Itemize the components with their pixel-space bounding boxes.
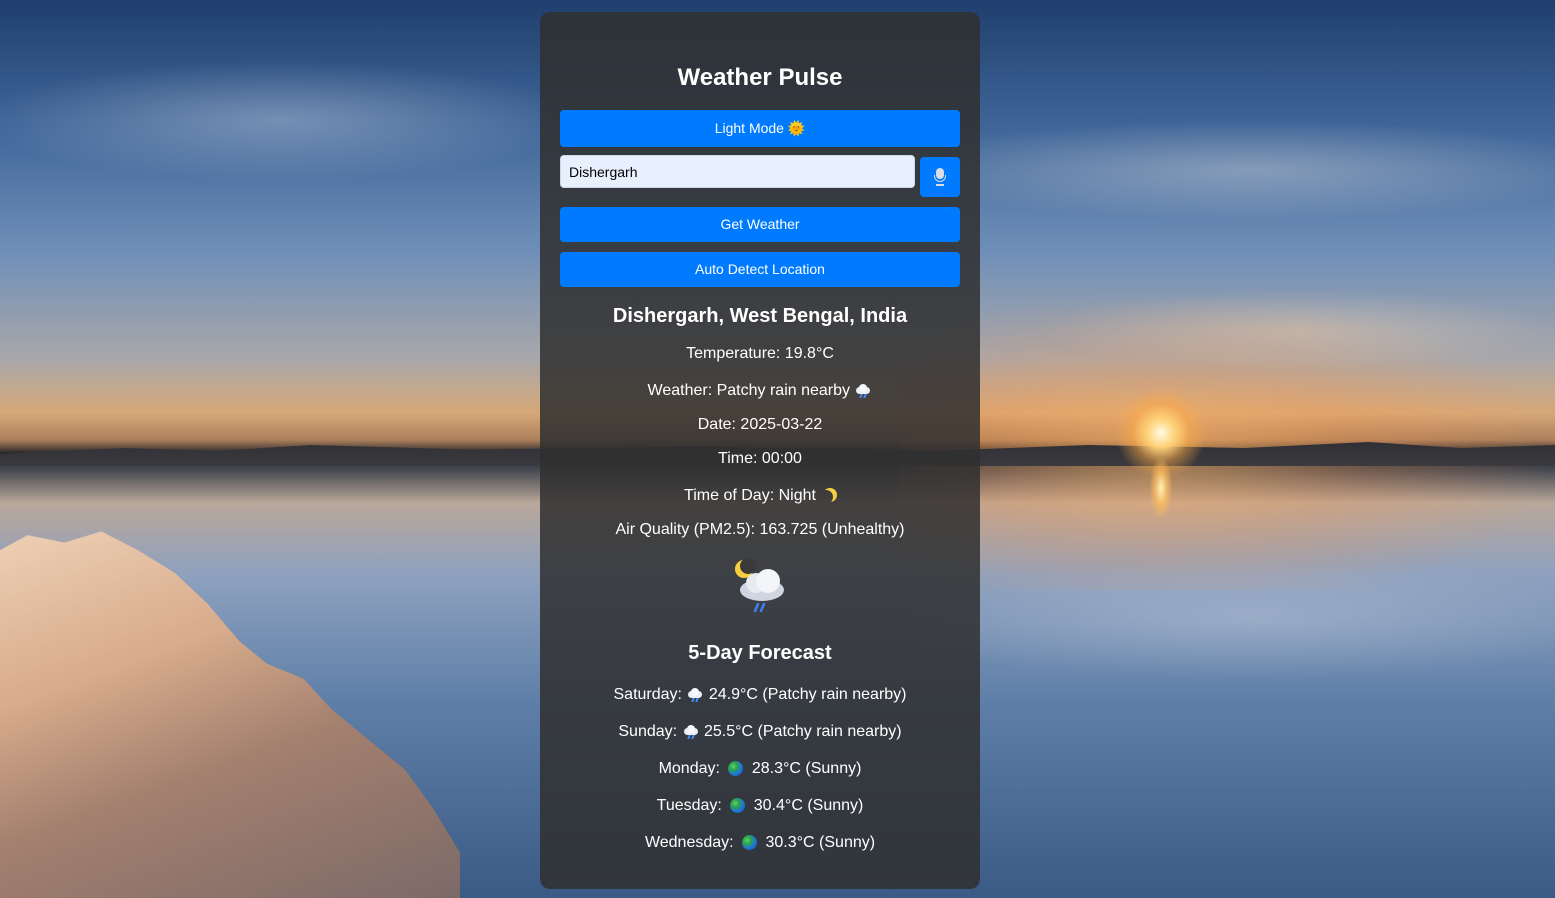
- temperature-text: Temperature: 19.8°C: [686, 345, 834, 362]
- date-text: Date: 2025-03-22: [697, 416, 823, 433]
- auto-detect-location-button[interactable]: Auto Detect Location: [560, 252, 960, 287]
- forecast-title: 5-Day Forecast: [688, 642, 832, 664]
- app-title: Weather Pulse: [677, 64, 843, 91]
- rain-cloud-icon: [682, 724, 700, 739]
- weather-text: Weather: Patchy rain nearby: [540, 382, 980, 400]
- moon-icon: [819, 490, 833, 504]
- get-weather-button[interactable]: Get Weather: [560, 207, 960, 242]
- sunset-glow: [900, 290, 1555, 590]
- forecast-item: Saturday: 24.9°C (Patchy rain nearby): [613, 686, 907, 703]
- rain-cloud-icon: [854, 383, 872, 398]
- salt-rock: [0, 531, 460, 898]
- theme-toggle-button[interactable]: Light Mode 🌞: [560, 110, 960, 147]
- location-heading: Dishergarh, West Bengal, India: [612, 305, 908, 327]
- forecast-item: Monday: 28.3°C (Sunny): [658, 760, 862, 777]
- globe-icon: [730, 798, 746, 814]
- globe-icon: [742, 835, 758, 851]
- microphone-icon: [934, 168, 946, 186]
- time-text: Time: 00:00: [718, 450, 802, 467]
- voice-search-button[interactable]: [920, 157, 960, 197]
- globe-icon: [728, 761, 744, 777]
- forecast-item: Sunday: 25.5°C (Patchy rain nearby): [618, 723, 902, 740]
- night-rain-cloud-icon: [735, 558, 784, 613]
- city-search-input[interactable]: [560, 155, 915, 188]
- sun-reflection: [1150, 458, 1172, 518]
- rain-cloud-icon: [686, 687, 704, 702]
- forecast-item: Tuesday: 30.4°C (Sunny): [656, 797, 864, 814]
- sun: [1116, 388, 1206, 478]
- air-quality-text: Air Quality (PM2.5): 163.725 (Unhealthy): [615, 521, 905, 538]
- forecast-item: Wednesday: 30.3°C (Sunny): [644, 834, 876, 851]
- time-of-day-text: Time of Day: Night: [540, 487, 980, 505]
- weather-card: Weather Pulse Light Mode 🌞 Get Weather A…: [540, 12, 980, 889]
